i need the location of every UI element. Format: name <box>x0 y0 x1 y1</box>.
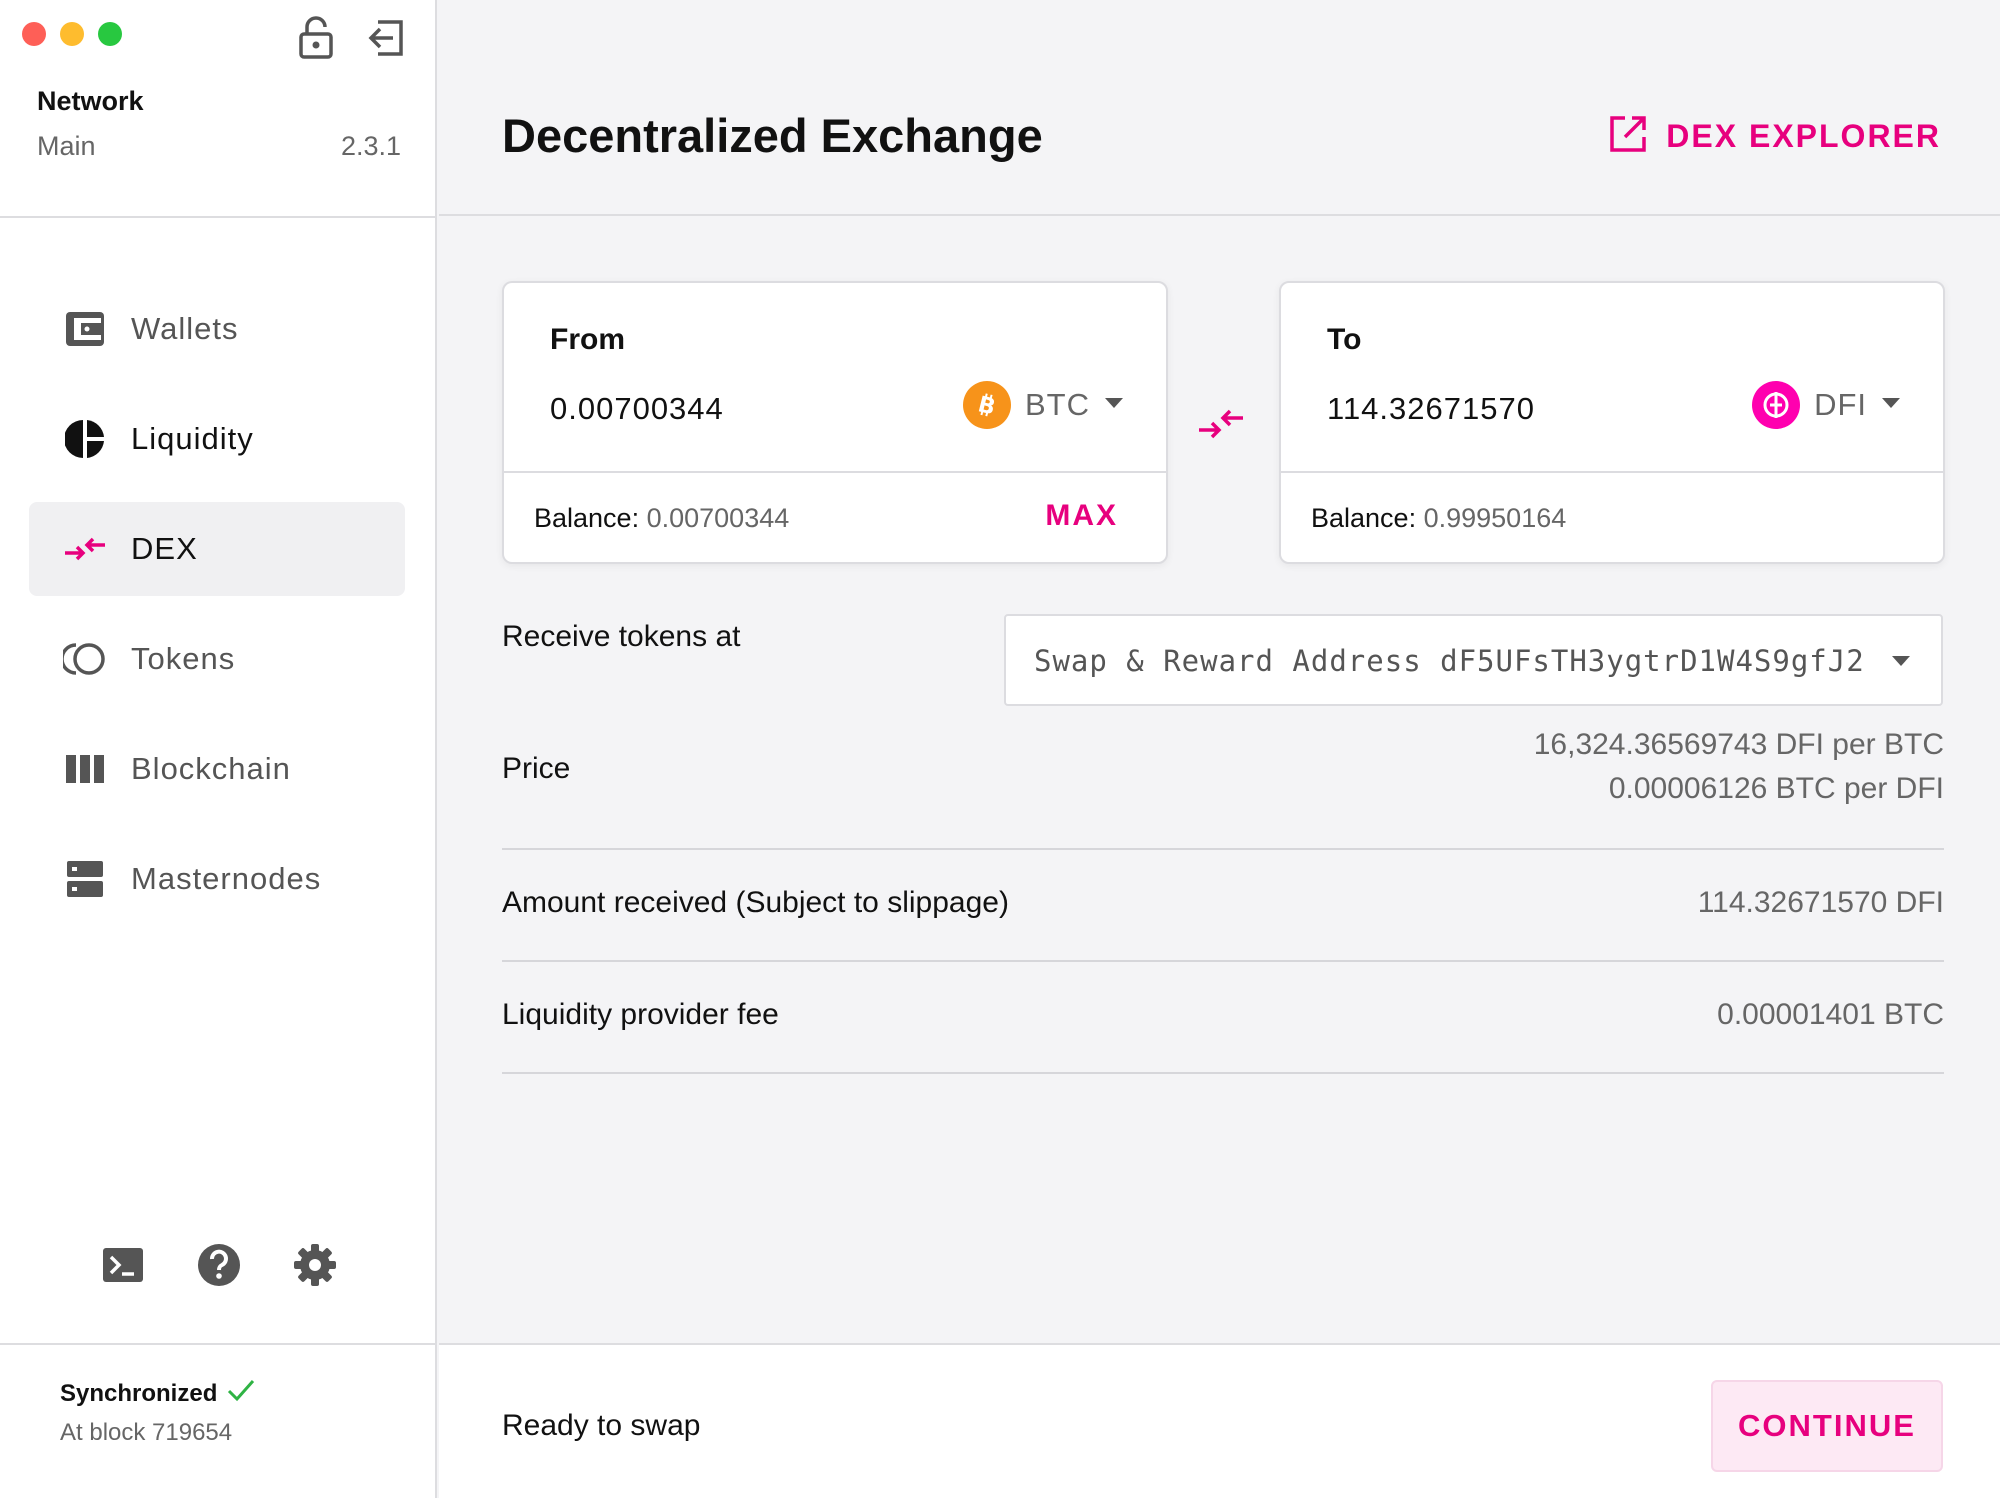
amount-received-value: 114.32671570 DFI <box>1697 886 1944 919</box>
main-content: Decentralized Exchange DEX EXPLORER From… <box>439 0 2000 1498</box>
external-link-icon <box>1608 114 1648 159</box>
to-label: To <box>1327 323 1362 356</box>
balance-value: 0.00700344 <box>646 503 790 533</box>
terminal-icon[interactable] <box>100 1242 146 1288</box>
sidebar-divider <box>0 1343 437 1345</box>
sidebar-item-dex[interactable]: DEX <box>29 502 405 596</box>
network-name: Main <box>37 131 96 161</box>
btc-icon: B <box>963 381 1011 429</box>
to-amount-input[interactable]: 114.32671570 <box>1327 391 1535 427</box>
amount-received-label: Amount received (Subject to slippage) <box>502 886 1009 919</box>
sync-status: Synchronized At block 719654 <box>60 1378 255 1447</box>
blockchain-icon <box>63 747 107 791</box>
price-values: 16,324.36569743 DFI per BTC 0.00006126 B… <box>1534 728 1944 806</box>
lock-icon[interactable] <box>294 14 338 62</box>
receive-tokens-label: Receive tokens at <box>502 620 741 653</box>
sidebar-item-label: Tokens <box>131 641 236 676</box>
to-token-name: DFI <box>1814 387 1867 422</box>
tokens-icon <box>63 637 107 681</box>
chevron-down-icon <box>1881 396 1901 414</box>
price-btc-per-dfi: 0.00006126 BTC per DFI <box>1608 772 1944 805</box>
network-label: Network <box>37 86 144 116</box>
sidebar-item-label: Liquidity <box>131 421 254 456</box>
settings-icon[interactable] <box>292 1242 338 1288</box>
chevron-down-icon <box>1891 654 1911 672</box>
swap-direction-icon[interactable] <box>1197 404 1245 444</box>
swap-arrows-icon <box>63 527 107 571</box>
from-balance: Balance: 0.00700344 <box>534 503 790 533</box>
server-icon <box>63 857 107 901</box>
to-balance: Balance: 0.99950164 <box>1311 503 1567 533</box>
maximize-window-button[interactable] <box>98 22 122 46</box>
sidebar-item-masternodes[interactable]: Masternodes <box>29 832 405 926</box>
sidebar-item-tokens[interactable]: Tokens <box>29 612 405 706</box>
continue-label: CONTINUE <box>1738 1408 1916 1443</box>
pie-chart-icon <box>63 417 107 461</box>
network-info: Network Main 2.3.1 <box>37 86 401 162</box>
from-card: From 0.00700344 B BTC Balance: 0.0070034… <box>502 281 1168 564</box>
from-amount-input[interactable]: 0.00700344 <box>550 391 724 427</box>
help-icon[interactable] <box>196 1242 242 1288</box>
sidebar: Network Main 2.3.1 Wallets Liquidity DEX… <box>0 0 437 1498</box>
amount-received-row: Amount received (Subject to slippage) 11… <box>502 886 1944 926</box>
price-row: Price 16,324.36569743 DFI per BTC 0.0000… <box>502 728 1944 838</box>
sidebar-nav: Wallets Liquidity DEX Tokens Blockchain … <box>29 282 405 942</box>
divider <box>502 848 1944 850</box>
footer-bar: Ready to swap CONTINUE <box>439 1343 2000 1498</box>
max-button[interactable]: MAX <box>1045 499 1118 533</box>
close-window-button[interactable] <box>22 22 46 46</box>
balance-label: Balance <box>534 503 632 533</box>
page-header: Decentralized Exchange DEX EXPLORER <box>439 0 2000 216</box>
sidebar-item-label: Masternodes <box>131 861 322 896</box>
app-version: 2.3.1 <box>340 131 401 161</box>
balance-label: Balance <box>1311 503 1409 533</box>
receive-address-select[interactable]: Swap & Reward Address dF5UFsTH3ygtrD1W4S… <box>1004 614 1943 706</box>
divider <box>502 1072 1944 1074</box>
sidebar-item-liquidity[interactable]: Liquidity <box>29 392 405 486</box>
sidebar-bottom-actions <box>100 1242 338 1288</box>
from-label: From <box>550 323 625 356</box>
sidebar-item-label: Blockchain <box>131 751 291 786</box>
block-height: At block 719654 <box>60 1419 233 1446</box>
sidebar-divider <box>0 216 437 218</box>
price-label: Price <box>502 752 571 785</box>
fee-value: 0.00001401 BTC <box>1717 998 1944 1031</box>
logout-icon[interactable] <box>364 14 408 62</box>
sidebar-item-label: DEX <box>131 531 198 566</box>
minimize-window-button[interactable] <box>60 22 84 46</box>
page-title: Decentralized Exchange <box>502 109 1043 162</box>
balance-value: 0.99950164 <box>1423 503 1567 533</box>
swap-status-text: Ready to swap <box>502 1409 701 1442</box>
card-divider <box>1281 471 1943 473</box>
sidebar-item-wallets[interactable]: Wallets <box>29 282 405 376</box>
dfi-icon <box>1752 381 1801 429</box>
price-dfi-per-btc: 16,324.36569743 DFI per BTC <box>1533 728 1944 761</box>
fee-label: Liquidity provider fee <box>502 998 779 1031</box>
sidebar-item-blockchain[interactable]: Blockchain <box>29 722 405 816</box>
dex-explorer-link[interactable]: DEX EXPLORER <box>1608 114 1941 159</box>
to-token-select[interactable]: DFI <box>1752 381 1901 429</box>
dex-explorer-label: DEX EXPLORER <box>1666 118 1941 154</box>
chevron-down-icon <box>1104 396 1124 414</box>
divider <box>502 960 1944 962</box>
sidebar-item-label: Wallets <box>131 311 239 346</box>
fee-row: Liquidity provider fee 0.00001401 BTC <box>502 998 1944 1038</box>
receive-address-value: Swap & Reward Address dF5UFsTH3ygtrD1W4S… <box>1034 644 1865 678</box>
to-card: To 114.32671570 DFI Balance: 0.99950164 <box>1279 281 1945 564</box>
wallet-icon <box>63 307 107 351</box>
sync-state: Synchronized <box>60 1379 218 1407</box>
from-token-select[interactable]: B BTC <box>963 381 1124 429</box>
check-icon <box>227 1378 255 1409</box>
sidebar-top-actions <box>294 14 408 62</box>
window-controls <box>22 22 122 46</box>
card-divider <box>504 471 1166 473</box>
from-token-name: BTC <box>1025 387 1090 422</box>
continue-button[interactable]: CONTINUE <box>1711 1380 1943 1472</box>
